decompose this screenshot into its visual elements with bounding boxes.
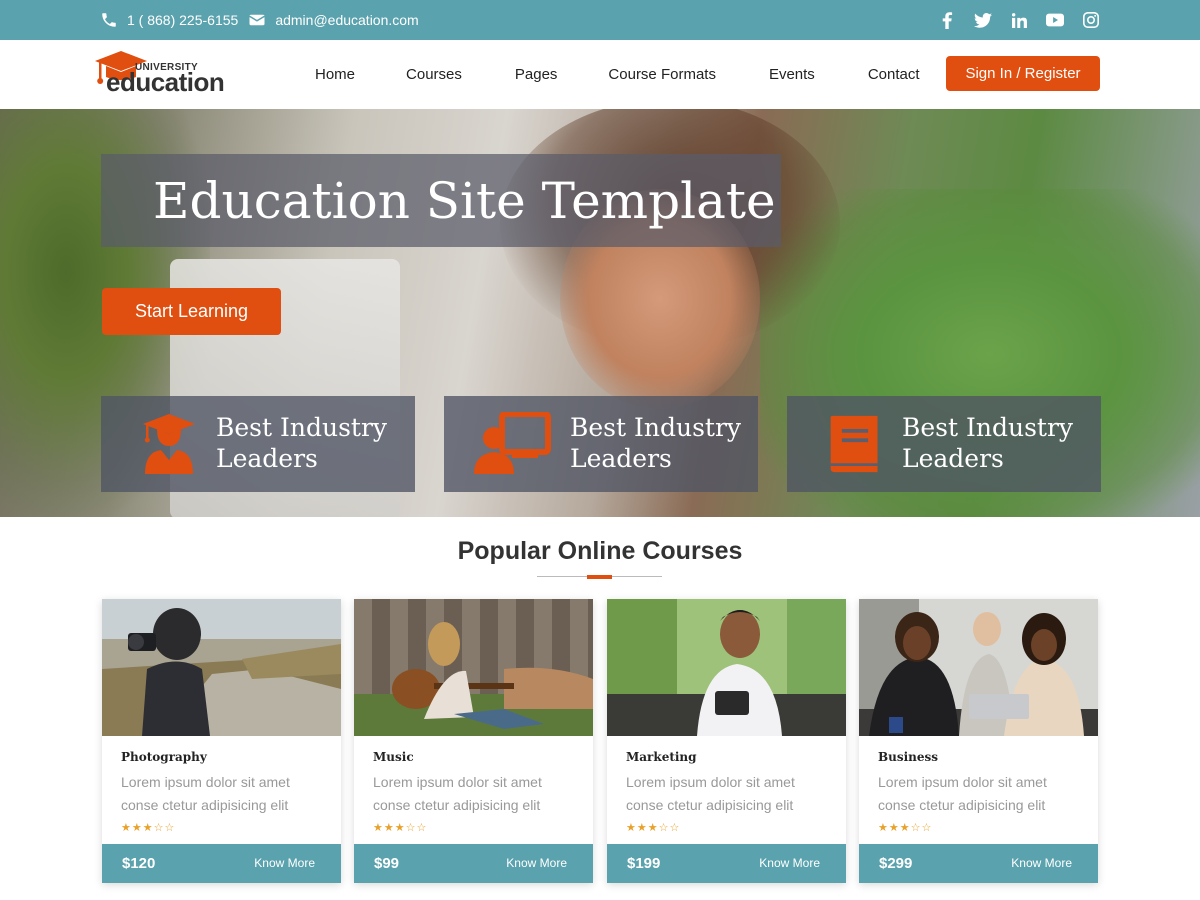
feature-line-1: Best Industry <box>216 413 388 442</box>
course-price: $120 <box>122 855 156 872</box>
course-desc-line-2: conse ctetur adipisicing elit <box>626 797 794 813</box>
feature-line-2: Leaders <box>902 444 1004 473</box>
contact-info: 1 ( 868) 225-6155 admin@education.com <box>100 0 429 40</box>
feature-box-1[interactable]: Best Industry Leaders <box>101 396 415 492</box>
phone-icon <box>102 13 116 27</box>
site-logo[interactable]: UNIVERSITY education <box>93 47 238 103</box>
email-address: admin@education.com <box>275 12 419 28</box>
nav-contact[interactable]: Contact <box>868 66 920 83</box>
top-bar: 1 ( 868) 225-6155 admin@education.com <box>0 0 1200 40</box>
course-image-business <box>859 599 1098 736</box>
course-rating: ★★★☆☆ <box>373 822 428 834</box>
feature-line-1: Best Industry <box>902 413 1074 442</box>
course-footer: $199 Know More <box>607 844 846 883</box>
course-rating: ★★★☆☆ <box>121 822 176 834</box>
nav-courses[interactable]: Courses <box>406 66 462 83</box>
course-image-music <box>354 599 593 736</box>
course-price: $199 <box>627 855 661 872</box>
feature-text: Best Industry Leaders <box>902 412 1073 474</box>
course-description: Lorem ipsum dolor sit amet conse ctetur … <box>373 771 583 817</box>
feature-line-1: Best Industry <box>570 413 742 442</box>
course-description: Lorem ipsum dolor sit amet conse ctetur … <box>121 771 331 817</box>
course-desc-line-2: conse ctetur adipisicing elit <box>121 797 289 813</box>
sign-in-register-button[interactable]: Sign In / Register <box>946 56 1100 91</box>
course-image-photography <box>102 599 341 736</box>
course-desc-line-1: Lorem ipsum dolor sit amet <box>878 774 1047 790</box>
book-icon <box>830 415 878 473</box>
course-image-marketing <box>607 599 846 736</box>
logo-big-text: education <box>106 67 225 97</box>
section-divider-accent <box>587 575 612 579</box>
course-desc-line-2: conse ctetur adipisicing elit <box>878 797 1046 813</box>
course-card-music[interactable]: Music Lorem ipsum dolor sit amet conse c… <box>354 599 593 883</box>
course-footer: $99 Know More <box>354 844 593 883</box>
nav-pages[interactable]: Pages <box>515 66 558 83</box>
section-title: Popular Online Courses <box>457 537 743 565</box>
facebook-icon[interactable] <box>938 11 956 29</box>
course-footer: $120 Know More <box>102 844 341 883</box>
nav-course-formats[interactable]: Course Formats <box>608 66 716 83</box>
site-header: UNIVERSITY education Home Courses Pages … <box>0 40 1200 109</box>
course-description: Lorem ipsum dolor sit amet conse ctetur … <box>626 771 836 817</box>
youtube-icon[interactable] <box>1046 11 1064 29</box>
hero-banner: Education Site Template Start Learning B… <box>0 109 1200 517</box>
hero-title: Education Site Template <box>101 154 781 247</box>
teacher-board-icon <box>474 412 551 474</box>
course-desc-line-1: Lorem ipsum dolor sit amet <box>373 774 542 790</box>
know-more-link[interactable]: Know More <box>254 844 315 883</box>
know-more-link[interactable]: Know More <box>506 844 567 883</box>
course-price: $99 <box>374 855 400 872</box>
feature-text: Best Industry Leaders <box>570 412 741 474</box>
linkedin-icon[interactable] <box>1010 11 1028 29</box>
course-name: Marketing <box>626 750 697 764</box>
twitter-icon[interactable] <box>974 11 992 29</box>
course-name: Business <box>878 750 939 764</box>
course-rating: ★★★☆☆ <box>878 822 933 834</box>
course-desc-line-2: conse ctetur adipisicing elit <box>373 797 541 813</box>
course-desc-line-1: Lorem ipsum dolor sit amet <box>626 774 795 790</box>
course-card-photography[interactable]: Photography Lorem ipsum dolor sit amet c… <box>102 599 341 883</box>
course-footer: $299 Know More <box>859 844 1098 883</box>
know-more-link[interactable]: Know More <box>759 844 820 883</box>
nav-events[interactable]: Events <box>769 66 815 83</box>
instagram-icon[interactable] <box>1082 11 1100 29</box>
graduate-icon <box>143 414 195 474</box>
feature-text: Best Industry Leaders <box>216 412 387 474</box>
phone-number: 1 ( 868) 225-6155 <box>127 12 239 28</box>
course-name: Music <box>373 750 414 764</box>
know-more-link[interactable]: Know More <box>1011 844 1072 883</box>
course-desc-line-1: Lorem ipsum dolor sit amet <box>121 774 290 790</box>
start-learning-button[interactable]: Start Learning <box>102 288 281 335</box>
social-links <box>938 0 1100 40</box>
course-description: Lorem ipsum dolor sit amet conse ctetur … <box>878 771 1088 817</box>
course-card-marketing[interactable]: Marketing Lorem ipsum dolor sit amet con… <box>607 599 846 883</box>
main-nav: Home Courses Pages Course Formats Events… <box>290 40 920 109</box>
envelope-icon <box>249 14 266 26</box>
course-card-business[interactable]: Business Lorem ipsum dolor sit amet cons… <box>859 599 1098 883</box>
feature-line-2: Leaders <box>570 444 672 473</box>
course-name: Photography <box>121 750 207 764</box>
feature-line-2: Leaders <box>216 444 318 473</box>
course-rating: ★★★☆☆ <box>626 822 681 834</box>
phone-item[interactable]: 1 ( 868) 225-6155 <box>100 11 238 29</box>
course-price: $299 <box>879 855 913 872</box>
email-item[interactable]: admin@education.com <box>248 11 419 29</box>
nav-home[interactable]: Home <box>315 66 355 83</box>
feature-box-2[interactable]: Best Industry Leaders <box>444 396 758 492</box>
feature-box-3[interactable]: Best Industry Leaders <box>787 396 1101 492</box>
